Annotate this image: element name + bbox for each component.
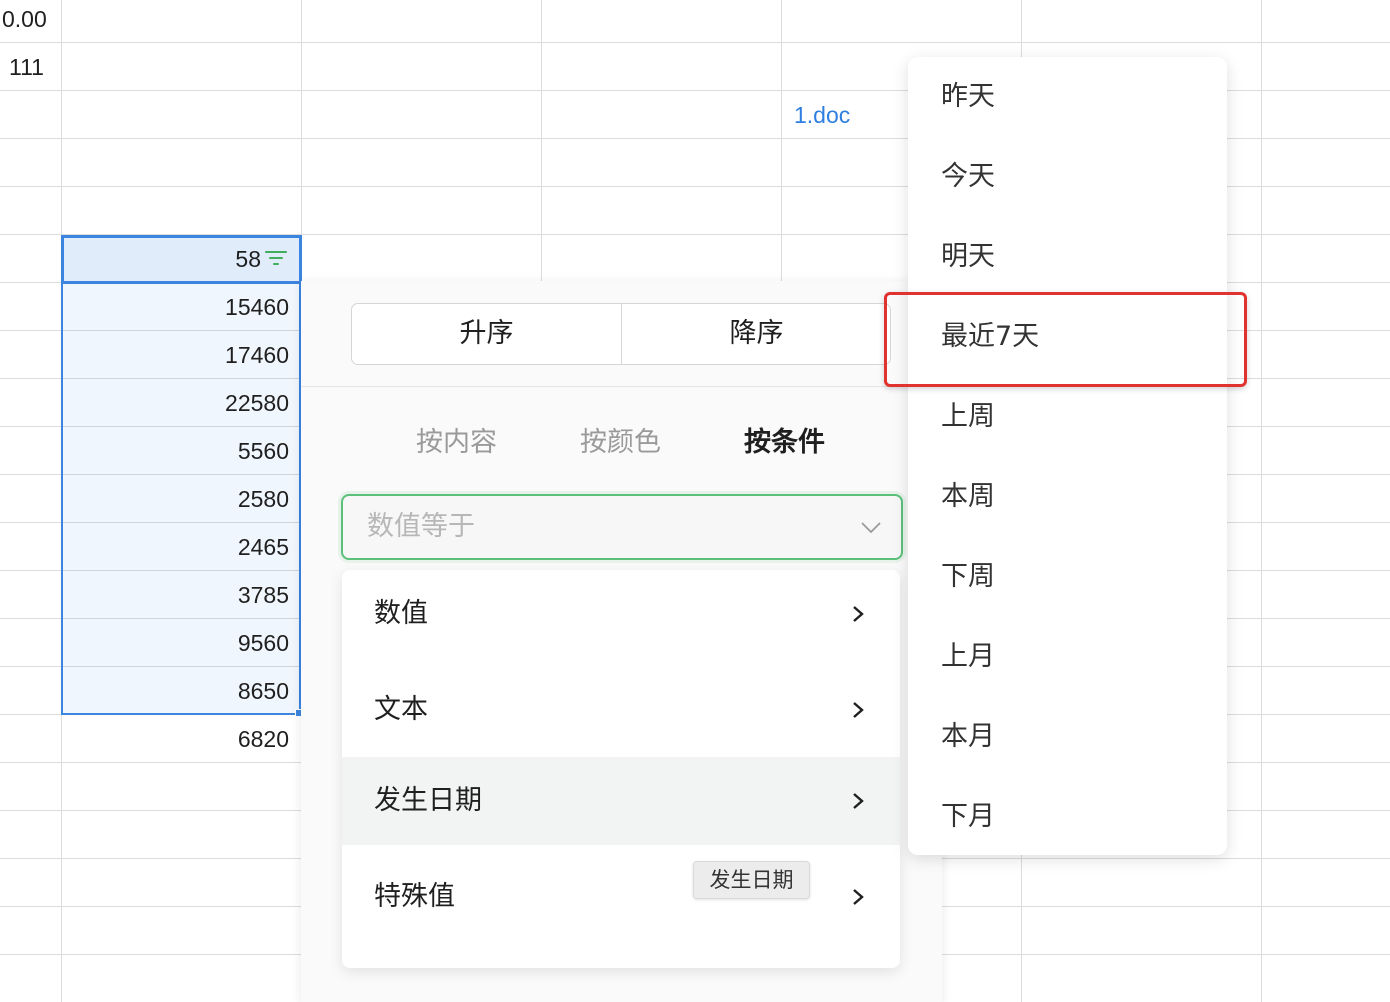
filter-panel: 升序 降序 按内容 按颜色 按条件 数值等于 数值 文本 发生日期 特殊值	[301, 281, 942, 1002]
date-option-label: 昨天	[941, 81, 995, 112]
chevron-right-icon	[853, 889, 864, 905]
sort-descending-button[interactable]: 降序	[622, 304, 890, 364]
table-cell[interactable]: 15460	[61, 283, 289, 331]
date-option[interactable]: 明天	[908, 217, 1227, 297]
menu-item-special[interactable]: 特殊值	[342, 853, 900, 941]
date-option-label: 下月	[941, 801, 995, 832]
row-divider	[0, 42, 1390, 43]
table-cell[interactable]: 17460	[61, 331, 289, 379]
date-option-label: 本月	[941, 721, 995, 752]
table-cell[interactable]: 5560	[61, 427, 289, 475]
date-option[interactable]: 上周	[908, 377, 1227, 457]
menu-item-label: 发生日期	[374, 785, 482, 816]
attachment-link[interactable]: 1.doc	[794, 91, 850, 139]
date-option-label: 本周	[941, 481, 995, 512]
menu-item-number[interactable]: 数值	[342, 570, 900, 658]
tooltip: 发生日期	[693, 861, 810, 899]
chevron-down-icon	[861, 522, 881, 534]
chevron-right-icon	[853, 606, 864, 622]
cell-b-header[interactable]: 58	[61, 235, 261, 283]
condition-type-menu: 数值 文本 发生日期 特殊值	[342, 570, 900, 968]
condition-select[interactable]: 数值等于	[341, 494, 903, 560]
tab-by-color[interactable]: 按颜色	[580, 419, 661, 467]
table-cell[interactable]: 3785	[61, 571, 289, 619]
date-option[interactable]: 本月	[908, 697, 1227, 777]
menu-item-date[interactable]: 发生日期	[342, 757, 900, 845]
divider	[301, 386, 942, 387]
table-cell[interactable]: 22580	[61, 379, 289, 427]
filter-icon[interactable]	[265, 249, 289, 269]
table-cell[interactable]: 8650	[61, 667, 289, 715]
menu-item-label: 文本	[374, 694, 428, 725]
spreadsheet-canvas: 0.00 111 1.doc 58 15460 17460 22580 5560…	[0, 0, 1390, 1002]
date-option-label: 上月	[941, 641, 995, 672]
chevron-right-icon	[853, 702, 864, 718]
date-option[interactable]: 本周	[908, 457, 1227, 537]
table-cell[interactable]: 2580	[61, 475, 289, 523]
table-cell[interactable]: 6820	[61, 715, 289, 763]
date-option-label: 今天	[941, 161, 995, 192]
date-option[interactable]: 今天	[908, 137, 1227, 217]
date-submenu: 昨天 今天 明天 最近7天 上周 本周 下周 上月 本月 下月	[908, 57, 1227, 855]
date-option[interactable]: 下月	[908, 777, 1227, 857]
menu-item-label: 特殊值	[374, 881, 455, 912]
chevron-right-icon	[853, 793, 864, 809]
date-option[interactable]: 昨天	[908, 57, 1227, 137]
table-cell[interactable]: 9560	[61, 619, 289, 667]
table-cell[interactable]: 2465	[61, 523, 289, 571]
tab-by-content[interactable]: 按内容	[416, 419, 497, 467]
date-option-label: 上周	[941, 401, 995, 432]
tab-by-condition[interactable]: 按条件	[744, 419, 825, 467]
highlight-annotation-box	[884, 292, 1247, 387]
date-option-label: 下周	[941, 561, 995, 592]
date-option-label: 明天	[941, 241, 995, 272]
menu-item-text[interactable]: 文本	[342, 666, 900, 754]
column-divider	[1261, 0, 1262, 1002]
sort-ascending-button[interactable]: 升序	[352, 304, 622, 364]
date-option[interactable]: 上月	[908, 617, 1227, 697]
menu-item-label: 数值	[374, 598, 428, 629]
cell-a2[interactable]: 111	[9, 43, 44, 91]
date-option[interactable]: 下周	[908, 537, 1227, 617]
sort-button-group: 升序 降序	[351, 303, 891, 365]
condition-select-placeholder: 数值等于	[367, 511, 475, 542]
cell-a1[interactable]: 0.00	[2, 0, 47, 43]
